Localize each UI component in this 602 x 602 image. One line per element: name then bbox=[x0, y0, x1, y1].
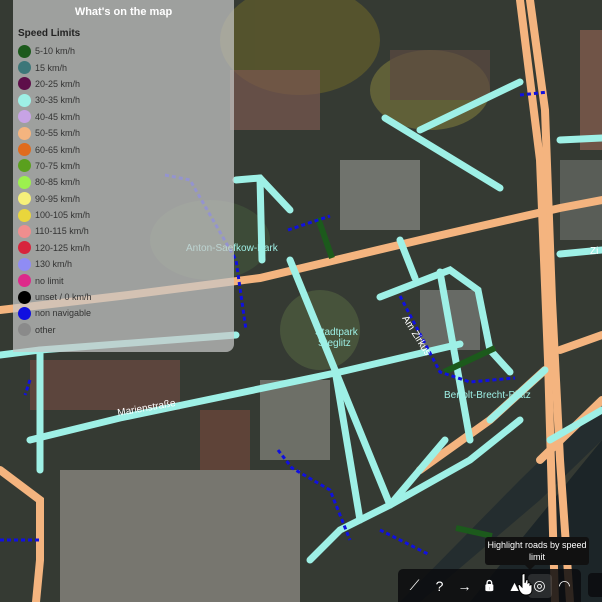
help-button[interactable]: ? bbox=[428, 574, 452, 598]
legend-item: 50-55 km/h bbox=[18, 125, 234, 141]
legend-swatch bbox=[18, 241, 31, 255]
legend-subtitle: Speed Limits bbox=[18, 28, 81, 39]
legend-item: 100-105 km/h bbox=[18, 207, 234, 223]
legend-swatch bbox=[18, 110, 31, 124]
legend-label: 20-25 km/h bbox=[35, 78, 81, 89]
draw-line-button[interactable]: ⟋ bbox=[403, 574, 427, 598]
legend-swatch bbox=[18, 77, 31, 91]
legend-swatch bbox=[18, 93, 31, 107]
speedometer-button[interactable]: ◠ bbox=[553, 574, 577, 598]
map-legend: What's on the map Speed Limits 5-10 km/h… bbox=[13, 0, 234, 352]
legend-swatch bbox=[18, 192, 31, 206]
legend-label: 120-125 km/h bbox=[35, 242, 91, 253]
legend-swatch bbox=[18, 306, 31, 320]
legend-label: non navigable bbox=[35, 308, 92, 319]
legend-label: 40-45 km/h bbox=[35, 111, 81, 122]
legend-label: 100-105 km/h bbox=[35, 210, 91, 221]
legend-swatch bbox=[18, 323, 31, 337]
lock-button[interactable]: 🔒 bbox=[478, 574, 502, 598]
arrow-right-icon: → bbox=[457, 577, 472, 594]
legend-swatch bbox=[18, 61, 31, 75]
legend-swatch bbox=[18, 44, 31, 58]
legend-item: 110-115 km/h bbox=[18, 223, 234, 239]
map-label-edge: Zi bbox=[590, 246, 598, 257]
legend-swatch bbox=[18, 143, 31, 157]
legend-label: 80-85 km/h bbox=[35, 177, 81, 188]
lock-icon: 🔒 bbox=[482, 580, 497, 592]
legend-item: 70-75 km/h bbox=[18, 158, 234, 174]
legend-item: 15 km/h bbox=[18, 59, 234, 75]
legend-swatch bbox=[18, 208, 31, 222]
legend-item: 60-65 km/h bbox=[18, 141, 234, 157]
legend-item: 120-125 km/h bbox=[18, 240, 234, 256]
legend-swatch bbox=[18, 274, 31, 288]
legend-label: 5-10 km/h bbox=[35, 46, 76, 57]
legend-swatch bbox=[18, 126, 31, 140]
legend-label: 110-115 km/h bbox=[35, 226, 89, 237]
map-label-square: Bertolt-Brecht-Platz bbox=[444, 390, 531, 401]
tooltip: Highlight roads by speed limit bbox=[485, 537, 589, 570]
help-icon: ? bbox=[435, 577, 444, 594]
draw-line-icon: ⟋ bbox=[409, 577, 420, 593]
map-label-park2b: Steglitz bbox=[318, 338, 351, 349]
legend-item: 130 km/h bbox=[18, 256, 234, 272]
legend-swatch bbox=[18, 175, 31, 189]
legend-item: 20-25 km/h bbox=[18, 76, 234, 92]
legend-label: 130 km/h bbox=[35, 259, 73, 270]
legend-label: 60-65 km/h bbox=[35, 144, 81, 155]
legend-label: 15 km/h bbox=[35, 62, 68, 73]
legend-label: 50-55 km/h bbox=[35, 128, 81, 139]
hand-cursor-icon bbox=[517, 572, 533, 596]
legend-label: 70-75 km/h bbox=[35, 160, 81, 171]
speed-limit-icon: ◎ bbox=[533, 577, 546, 593]
legend-item: 30-35 km/h bbox=[18, 92, 234, 108]
legend-label: no limit bbox=[35, 275, 64, 286]
speedometer-icon: ◠ bbox=[558, 577, 571, 593]
legend-item: other bbox=[18, 322, 234, 338]
legend-item: unset / 0 km/h bbox=[18, 289, 234, 305]
legend-item: 90-95 km/h bbox=[18, 191, 234, 207]
legend-swatch bbox=[18, 257, 31, 271]
legend-label: 30-35 km/h bbox=[35, 95, 81, 106]
legend-swatch bbox=[18, 290, 31, 304]
map-toolbar: ⟋? → 🔒 ▲ ◎ ◠ bbox=[398, 569, 581, 602]
legend-swatch bbox=[18, 224, 31, 238]
legend-label: 90-95 km/h bbox=[35, 193, 81, 204]
legend-title: What's on the map bbox=[74, 6, 173, 18]
legend-label: unset / 0 km/h bbox=[35, 292, 92, 303]
legend-swatch bbox=[18, 159, 31, 173]
legend-item: no limit bbox=[18, 272, 234, 288]
toolbar-overflow-button[interactable] bbox=[588, 573, 602, 597]
map-label-park2: Stadtpark bbox=[315, 327, 359, 338]
arrow-right-button[interactable]: → bbox=[453, 574, 477, 598]
legend-item: 5-10 km/h bbox=[18, 43, 234, 59]
legend-item: 40-45 km/h bbox=[18, 109, 234, 125]
legend-list: 5-10 km/h 15 km/h 20-25 km/h 30-35 km/h 40-4… bbox=[13, 43, 234, 338]
legend-label: other bbox=[35, 324, 56, 335]
legend-item: non navigable bbox=[18, 305, 234, 321]
legend-item: 80-85 km/h bbox=[18, 174, 234, 190]
